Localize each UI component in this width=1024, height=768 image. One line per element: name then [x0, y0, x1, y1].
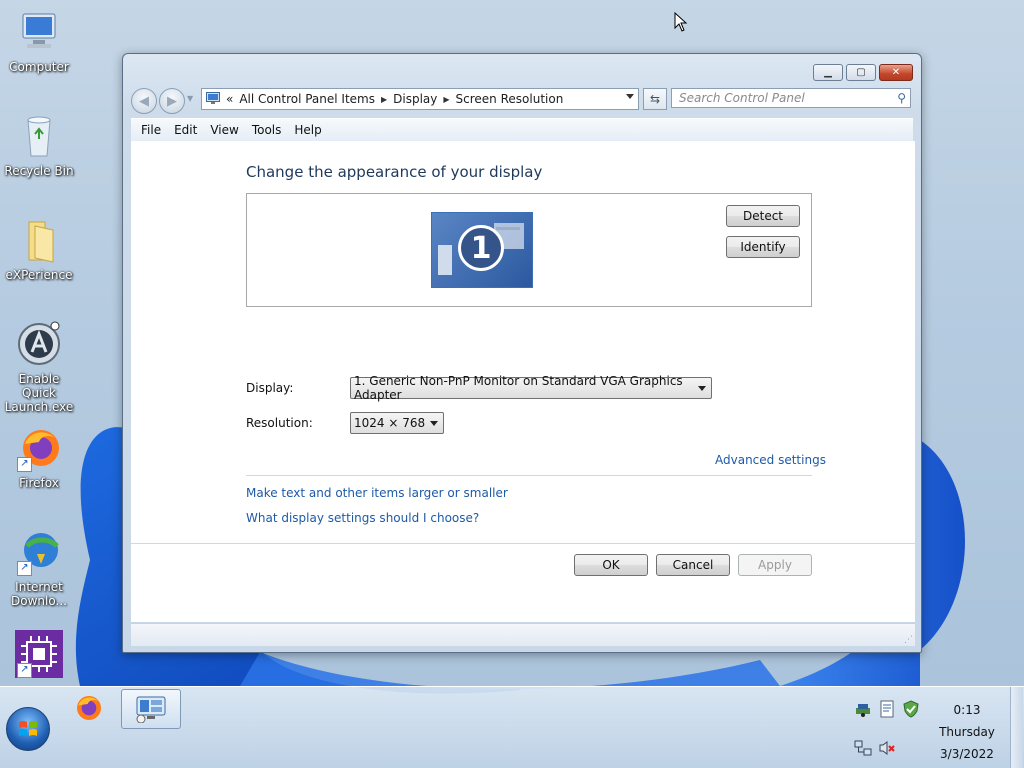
menu-bar: File Edit View Tools Help [131, 118, 913, 142]
breadcrumb-separator-icon[interactable]: ▶ [381, 95, 387, 104]
clock-day: Thursday [939, 725, 995, 739]
resolution-label: Resolution: [246, 416, 313, 430]
show-desktop-button[interactable] [1010, 687, 1023, 768]
resolution-select-value: 1024 × 768 [354, 416, 426, 430]
identify-button[interactable]: Identify [726, 236, 800, 258]
shortcut-arrow-icon: ↗ [17, 457, 32, 472]
desktop-icon-cpu-tool[interactable]: ↗ [2, 630, 76, 682]
windows-logo-icon [19, 721, 37, 736]
desktop-icon-computer[interactable]: Computer [2, 8, 76, 74]
divider [131, 543, 915, 544]
tray-network-share-icon[interactable] [854, 700, 872, 718]
tray-clock[interactable]: 0:13 Thursday 3/3/2022 [930, 699, 1004, 765]
refresh-icon: ⇆ [649, 92, 661, 106]
tray-network-icon[interactable] [854, 739, 872, 757]
address-bar[interactable]: « All Control Panel Items ▶ Display ▶ Sc… [201, 88, 639, 110]
tray-volume-muted-icon[interactable] [878, 739, 896, 757]
address-prefix[interactable]: « [226, 92, 233, 106]
display-settings-help-link[interactable]: What display settings should I choose? [246, 511, 479, 525]
desktop-icon-internet-download-manager[interactable]: ↗ Internet Downlo... [2, 528, 76, 608]
menu-tools[interactable]: Tools [252, 123, 282, 137]
clock-date: 3/3/2022 [940, 747, 994, 761]
download-manager-icon: ↗ [15, 528, 63, 576]
back-arrow-icon: ◀ [139, 93, 149, 109]
display-preview-box: 1 Detect Identify [246, 193, 812, 307]
chevron-down-icon [698, 386, 706, 391]
menu-view[interactable]: View [210, 123, 238, 137]
minimize-button[interactable]: ▁ [813, 64, 843, 81]
desktop-icon-enable-quick-launch[interactable]: Enable Quick Launch.exe [2, 320, 76, 414]
resolution-select[interactable]: 1024 × 768 [350, 412, 444, 434]
shortcut-arrow-icon: ↗ [17, 663, 32, 678]
screen-resolution-window: ▁ ▢ ✕ ◀ ▶ ▼ « All Control Panel Items ▶ … [122, 53, 922, 653]
breadcrumb-screen-resolution[interactable]: Screen Resolution [456, 92, 564, 106]
resize-grip-icon[interactable]: ⋰ [904, 635, 913, 645]
maximize-button[interactable]: ▢ [846, 64, 876, 81]
close-button[interactable]: ✕ [879, 64, 913, 81]
cpu-icon: ↗ [15, 630, 63, 678]
cancel-button[interactable]: Cancel [656, 554, 730, 576]
firefox-icon: ↗ [15, 424, 63, 472]
display-select[interactable]: 1. Generic Non-PnP Monitor on Standard V… [350, 374, 712, 402]
navigation-bar: ◀ ▶ ▼ « All Control Panel Items ▶ Displa… [131, 88, 913, 114]
computer-icon [15, 8, 63, 56]
minimize-icon: ▁ [824, 67, 832, 78]
desktop-icon-recycle-bin[interactable]: Recycle Bin [2, 112, 76, 178]
page-title: Change the appearance of your display [246, 163, 543, 181]
menu-edit[interactable]: Edit [174, 123, 197, 137]
tray-document-icon[interactable] [878, 700, 896, 718]
recycle-bin-icon [15, 112, 63, 160]
breadcrumb-separator-icon[interactable]: ▶ [443, 95, 449, 104]
search-input[interactable]: Search Control Panel ⚲ [671, 88, 911, 108]
taskbar-screen-resolution[interactable] [121, 689, 181, 729]
maximize-icon: ▢ [856, 67, 866, 78]
quick-launch-icon [15, 320, 63, 368]
refresh-button[interactable]: ⇆ [643, 88, 667, 110]
detect-button[interactable]: Detect [726, 205, 800, 227]
back-button[interactable]: ◀ [131, 88, 157, 114]
breadcrumb-display[interactable]: Display [393, 92, 437, 106]
start-button[interactable] [6, 707, 50, 751]
close-icon: ✕ [891, 67, 901, 78]
display-label: Display: [246, 381, 294, 395]
chevron-down-icon [430, 421, 438, 426]
divider [246, 475, 812, 476]
desktop-icon-firefox[interactable]: ↗ Firefox [2, 424, 76, 490]
address-dropdown-icon[interactable] [626, 94, 634, 99]
forward-button[interactable]: ▶ [159, 88, 185, 114]
tray-security-icon[interactable] [902, 700, 920, 718]
taskbar: 0:13 Thursday 3/3/2022 [0, 686, 1024, 768]
recent-pages-icon[interactable]: ▼ [187, 94, 193, 103]
caption-buttons: ▁ ▢ ✕ [813, 64, 913, 81]
monitor-1-preview[interactable]: 1 [431, 212, 533, 288]
folder-icon [15, 216, 63, 264]
content-pane: Change the appearance of your display 1 … [131, 141, 915, 622]
monitor-number: 1 [458, 225, 504, 271]
control-panel-icon [206, 91, 220, 107]
search-icon[interactable]: ⚲ [897, 91, 906, 105]
clock-time: 0:13 [953, 703, 981, 717]
taskbar-firefox[interactable] [60, 689, 118, 727]
apply-button[interactable]: Apply [738, 554, 812, 576]
desktop-icon-experience[interactable]: eXPerience [2, 216, 76, 282]
breadcrumb-all-control-panel-items[interactable]: All Control Panel Items [239, 92, 375, 106]
forward-arrow-icon: ▶ [167, 93, 177, 109]
menu-help[interactable]: Help [294, 123, 321, 137]
menu-file[interactable]: File [141, 123, 161, 137]
advanced-settings-link[interactable]: Advanced settings [715, 453, 826, 467]
shortcut-arrow-icon: ↗ [17, 561, 32, 576]
display-select-value: 1. Generic Non-PnP Monitor on Standard V… [354, 374, 683, 402]
firefox-icon [77, 696, 101, 720]
display-settings-icon [136, 696, 166, 723]
ok-button[interactable]: OK [574, 554, 648, 576]
larger-text-link[interactable]: Make text and other items larger or smal… [246, 486, 508, 500]
status-bar: ⋰ [131, 623, 915, 646]
mouse-cursor-icon [674, 12, 688, 32]
search-placeholder: Search Control Panel [679, 91, 805, 105]
